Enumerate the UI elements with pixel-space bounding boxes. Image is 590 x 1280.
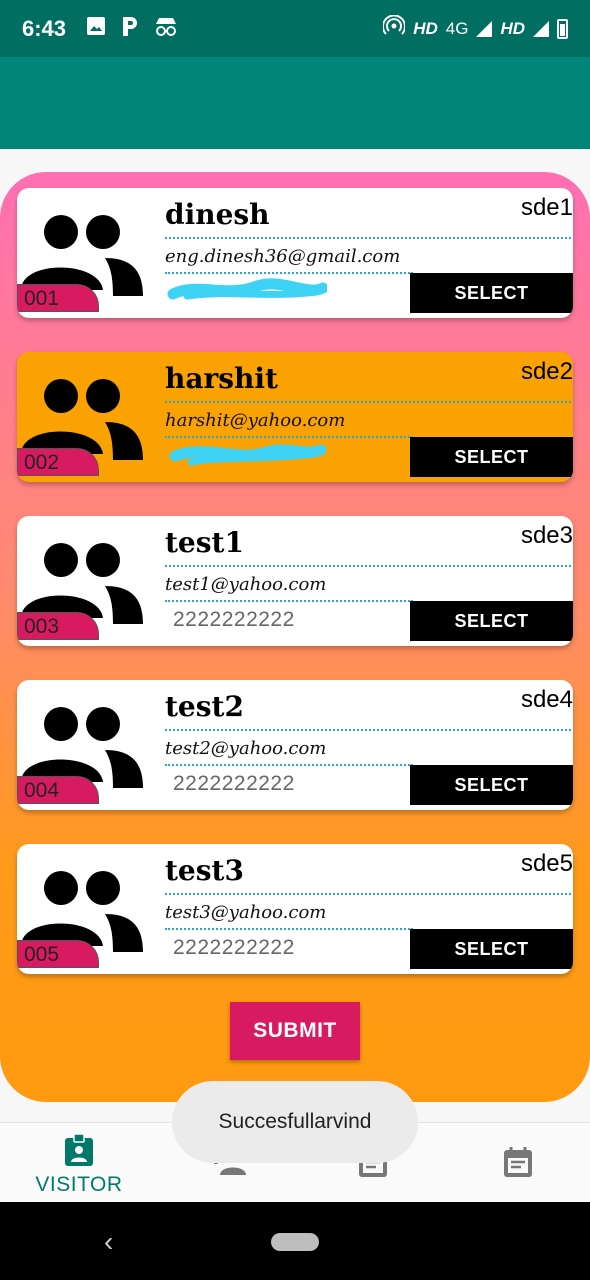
- visitor-phone: 2222222222: [173, 936, 295, 959]
- redaction-scribble: [167, 278, 327, 300]
- status-time: 6:43: [22, 15, 67, 41]
- divider: [165, 565, 571, 567]
- nav-item-schedule[interactable]: [448, 1123, 588, 1203]
- visitor-id: 002: [17, 448, 99, 476]
- visitor-email: test1@yahoo.com: [165, 574, 327, 595]
- divider: [165, 764, 413, 766]
- divider: [165, 600, 413, 602]
- select-button[interactable]: SELECT: [410, 929, 573, 969]
- select-button[interactable]: SELECT: [410, 437, 573, 477]
- visitor-email: eng.dinesh36@gmail.com: [165, 246, 401, 267]
- divider: [165, 928, 413, 930]
- toast-message: Succesfullarvind: [172, 1081, 418, 1163]
- screen: 6:43 HD 4G HD 001 dinesh sde1 eng.dinesh…: [0, 0, 590, 1280]
- visitor-id: 004: [17, 776, 99, 804]
- select-button[interactable]: SELECT: [410, 273, 573, 313]
- visitor-code: sde4: [520, 686, 573, 713]
- visitor-name: dinesh: [165, 198, 270, 231]
- network-type-label: 4G: [445, 18, 469, 38]
- visitor-card[interactable]: 001 dinesh sde1 eng.dinesh36@gmail.com S…: [17, 188, 573, 318]
- network-right-label: HD: [500, 18, 525, 38]
- visitor-card[interactable]: 003 test1 sde3 test1@yahoo.com 222222222…: [17, 516, 573, 646]
- select-button[interactable]: SELECT: [410, 601, 573, 641]
- visitor-code: sde1: [520, 194, 573, 221]
- badge-icon: [63, 1133, 95, 1172]
- visitor-email: harshit@yahoo.com: [165, 410, 346, 431]
- visitor-email: test2@yahoo.com: [165, 738, 327, 759]
- visitor-email: test3@yahoo.com: [165, 902, 327, 923]
- network-left-label: HD: [413, 18, 438, 38]
- visitor-id: 005: [17, 940, 99, 968]
- battery-icon: [557, 18, 568, 39]
- status-left-icons: [86, 15, 178, 42]
- visitor-id: 001: [17, 284, 99, 312]
- visitor-id: 003: [17, 612, 99, 640]
- select-button[interactable]: SELECT: [410, 765, 573, 805]
- image-icon: [86, 16, 106, 41]
- hotspot-icon: [382, 14, 407, 42]
- divider: [165, 436, 413, 438]
- divider: [165, 893, 571, 895]
- divider: [165, 272, 413, 274]
- visitor-code: sde3: [520, 522, 573, 549]
- home-pill[interactable]: [271, 1233, 319, 1251]
- app-bar: [0, 57, 590, 149]
- visitor-phone: 2222222222: [173, 608, 295, 631]
- back-icon[interactable]: ‹: [104, 1226, 113, 1258]
- visitor-card[interactable]: 004 test2 sde4 test2@yahoo.com 222222222…: [17, 680, 573, 810]
- incognito-icon: [154, 15, 178, 42]
- visitor-card[interactable]: 005 test3 sde5 test3@yahoo.com 222222222…: [17, 844, 573, 974]
- nav-item-visitor[interactable]: VISITOR: [9, 1123, 149, 1203]
- visitor-panel: 001 dinesh sde1 eng.dinesh36@gmail.com S…: [0, 172, 590, 1102]
- visitor-name: test1: [165, 526, 244, 559]
- visitor-code: sde5: [520, 850, 573, 877]
- signal-icon: [476, 20, 493, 37]
- visitor-card[interactable]: 002 harshit sde2 harshit@yahoo.com SELEC…: [17, 352, 573, 482]
- visitor-name: harshit: [165, 362, 278, 395]
- visitor-phone: 2222222222: [173, 772, 295, 795]
- divider: [165, 401, 571, 403]
- calendar-icon: [502, 1145, 534, 1184]
- visitor-name: test2: [165, 690, 244, 723]
- status-right: HD 4G HD: [382, 0, 568, 57]
- signal-icon: [533, 20, 549, 37]
- divider: [165, 729, 571, 731]
- visitor-code: sde2: [520, 358, 573, 385]
- parking-icon: [120, 15, 140, 42]
- submit-button[interactable]: SUBMIT: [230, 1002, 360, 1060]
- redaction-scribble: [169, 444, 327, 466]
- divider: [165, 237, 571, 239]
- system-nav-bar: ‹: [0, 1202, 590, 1280]
- visitor-name: test3: [165, 854, 244, 887]
- nav-label-visitor: VISITOR: [35, 1173, 123, 1196]
- status-bar: 6:43 HD 4G HD: [0, 0, 590, 57]
